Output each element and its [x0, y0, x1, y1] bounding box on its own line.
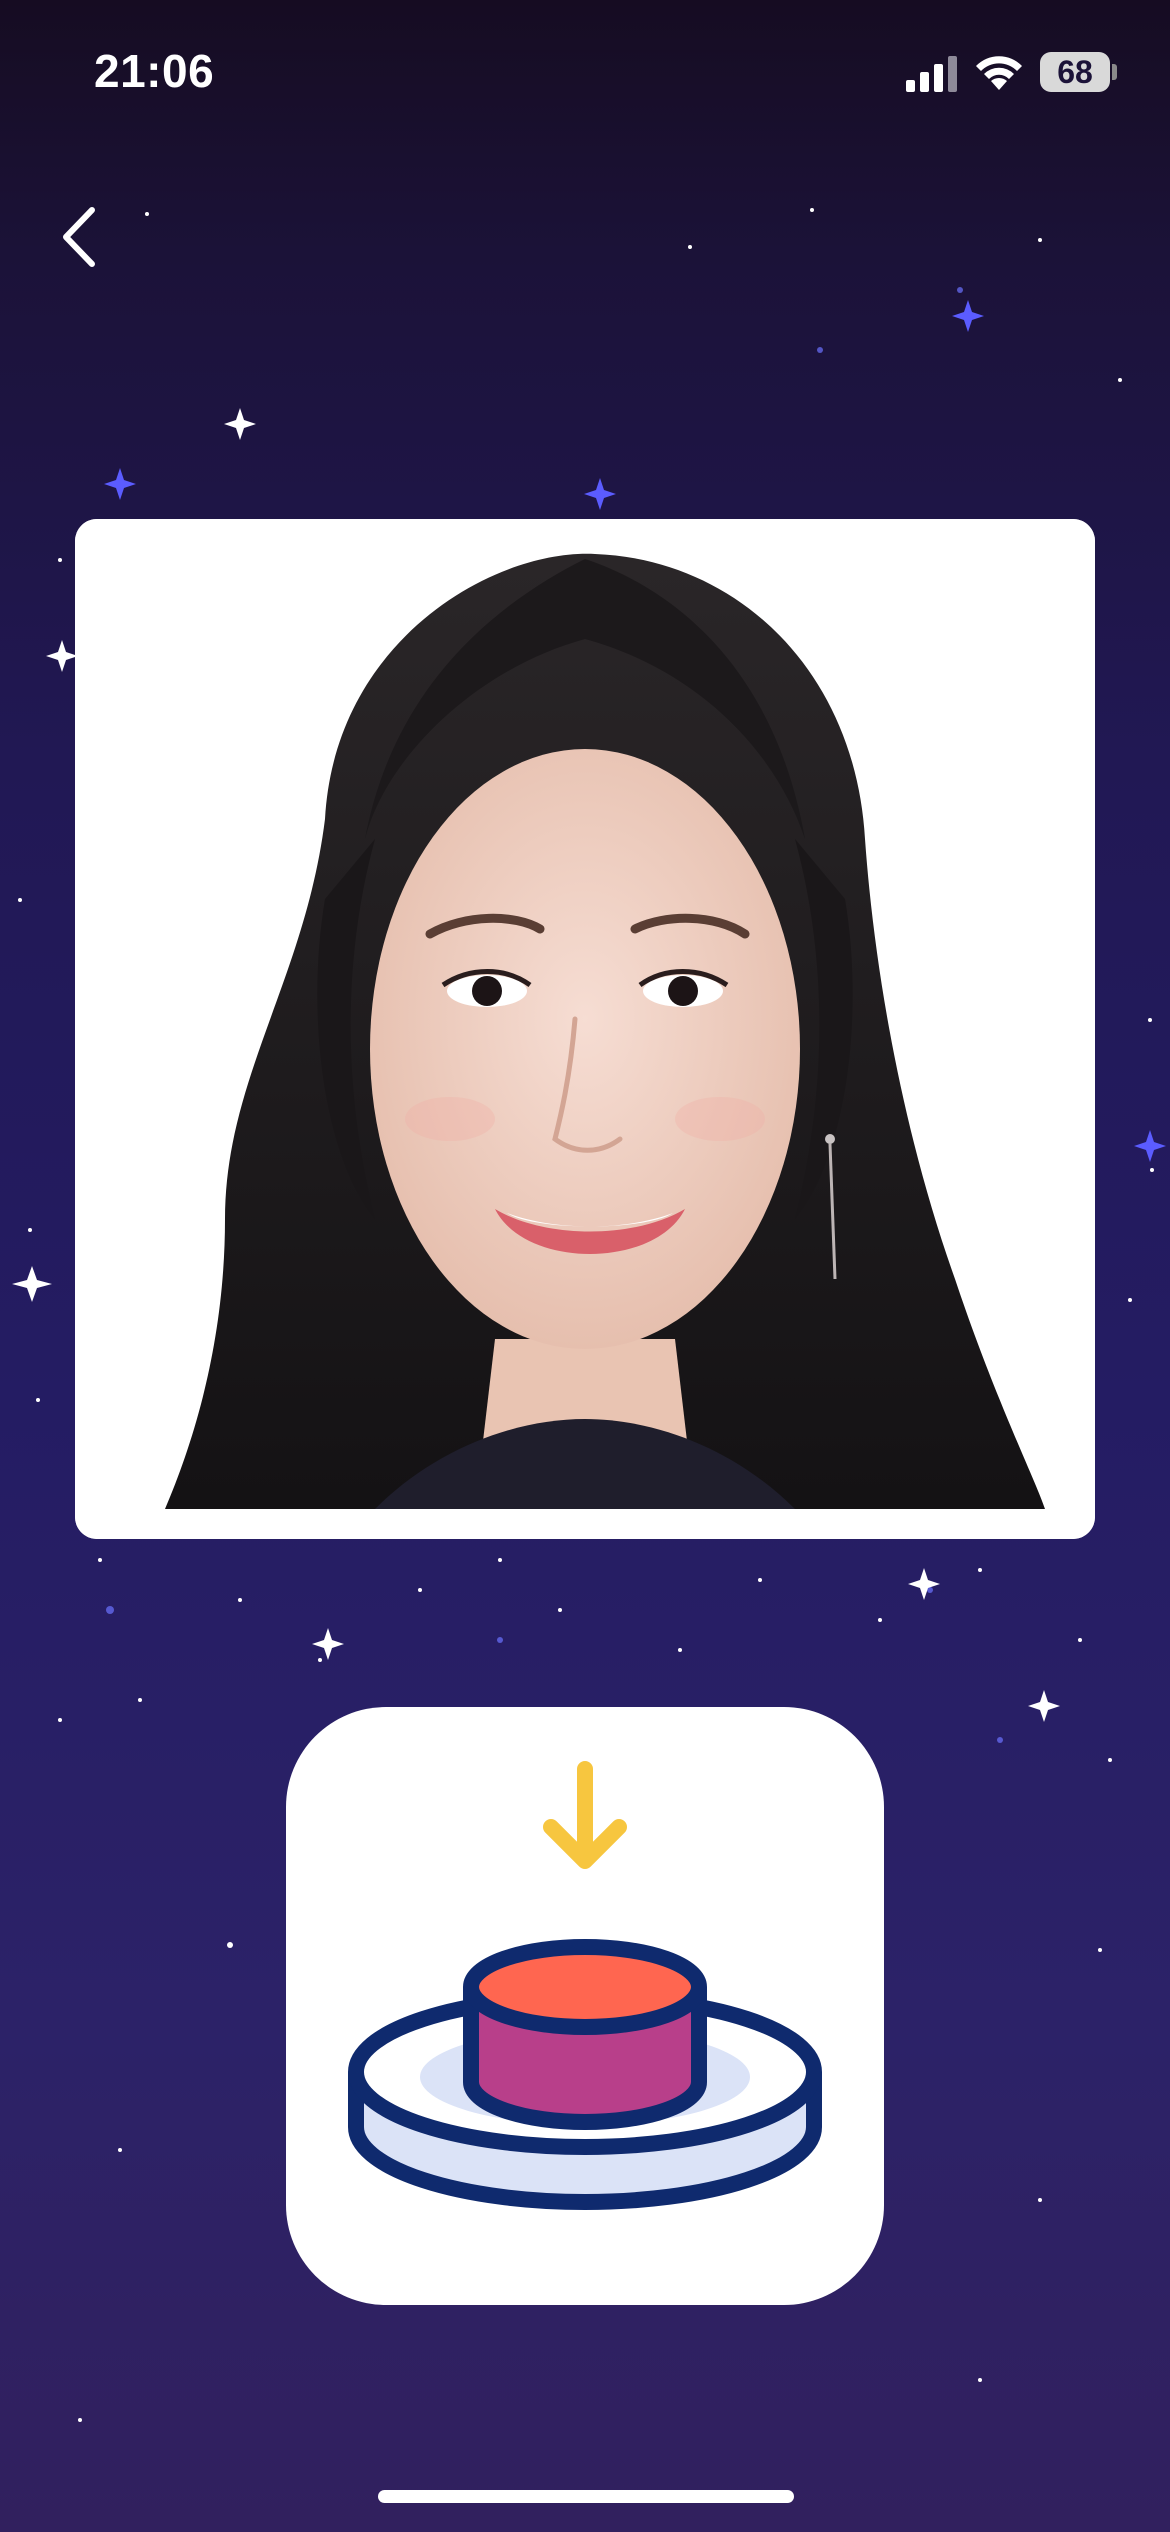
portrait-photo	[75, 519, 1095, 1539]
cellular-signal-icon	[906, 56, 957, 92]
status-bar: 21:06 68	[0, 0, 1170, 140]
battery-nub	[1112, 64, 1117, 80]
wifi-icon	[976, 56, 1022, 90]
push-button-tile[interactable]	[286, 1707, 884, 2305]
battery-icon: 68	[1040, 52, 1110, 92]
chevron-left-icon	[63, 207, 95, 267]
back-button[interactable]	[48, 196, 118, 278]
push-button-icon	[348, 1761, 822, 2210]
home-indicator[interactable]	[378, 2490, 794, 2503]
down-arrow-icon	[543, 1761, 627, 1869]
photo-card[interactable]	[75, 519, 1095, 1539]
status-time: 21:06	[94, 45, 215, 97]
